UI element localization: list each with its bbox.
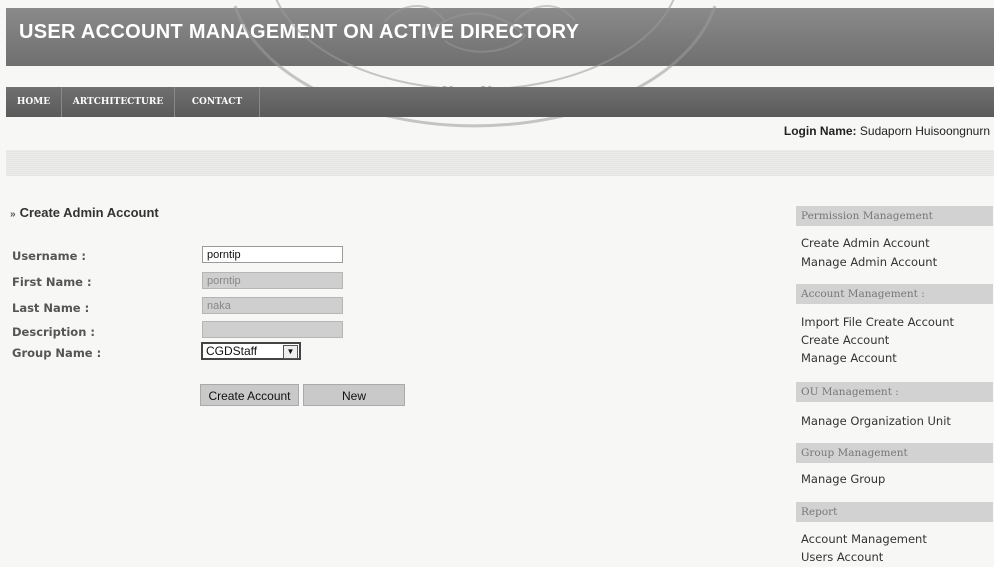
double-chevron-icon: »: [10, 209, 16, 220]
last-name-input[interactable]: naka: [202, 297, 343, 314]
sidebar-link-manage-admin[interactable]: Manage Admin Account: [801, 255, 937, 269]
sidebar-link-manage-account[interactable]: Manage Account: [801, 351, 897, 365]
page-header: USER ACCOUNT MANAGEMENT ON ACTIVE DIRECT…: [6, 8, 994, 66]
nav-architecture[interactable]: ARTCHITECTURE: [62, 87, 175, 117]
sidebar-heading-account: Account Management :: [796, 284, 993, 304]
nav-home[interactable]: HOME: [6, 87, 62, 117]
sidebar-link-manage-group[interactable]: Manage Group: [801, 472, 885, 486]
sidebar-heading-ou: OU Management :: [796, 382, 993, 402]
chevron-down-icon[interactable]: ▼: [283, 345, 298, 359]
username-input[interactable]: porntip: [202, 246, 343, 263]
login-info: Login Name: Sudaporn Huisoongnurn: [784, 124, 990, 138]
first-name-label: First Name :: [12, 275, 92, 289]
sidebar-link-import-file[interactable]: Import File Create Account: [801, 315, 954, 329]
group-name-value: CGDStaff: [206, 344, 258, 358]
login-label: Login Name:: [783, 124, 857, 138]
description-input[interactable]: [202, 321, 343, 338]
login-name: Sudaporn Huisoongnurn: [859, 124, 990, 138]
sidebar-link-create-account[interactable]: Create Account: [801, 333, 889, 347]
sidebar-heading-report: Report: [796, 502, 993, 522]
username-label: Username :: [12, 249, 86, 263]
nav-contact[interactable]: CONTACT: [175, 87, 260, 117]
description-label: Description :: [12, 325, 95, 339]
sidebar-heading-permission: Permission Management: [796, 206, 993, 226]
page-title: » Create Admin Account: [10, 205, 159, 220]
top-nav: HOME ARTCHITECTURE CONTACT: [6, 87, 994, 117]
sidebar-heading-group: Group Management: [796, 443, 993, 463]
create-account-button[interactable]: Create Account: [200, 384, 299, 406]
app-title: USER ACCOUNT MANAGEMENT ON ACTIVE DIRECT…: [19, 21, 580, 43]
new-button[interactable]: New: [303, 384, 405, 406]
sidebar-link-manage-ou[interactable]: Manage Organization Unit: [801, 414, 951, 428]
last-name-label: Last Name :: [12, 301, 90, 315]
divider-band: [6, 150, 994, 176]
sidebar-link-account-management[interactable]: Account Management: [801, 532, 927, 546]
sidebar-link-users-account[interactable]: Users Account: [801, 550, 883, 564]
sidebar-link-create-admin[interactable]: Create Admin Account: [801, 236, 930, 250]
group-name-select[interactable]: CGDStaff ▼: [201, 342, 301, 360]
first-name-input[interactable]: porntip: [202, 272, 343, 289]
group-name-label: Group Name :: [12, 346, 102, 360]
section-title-text: Create Admin Account: [19, 205, 159, 220]
